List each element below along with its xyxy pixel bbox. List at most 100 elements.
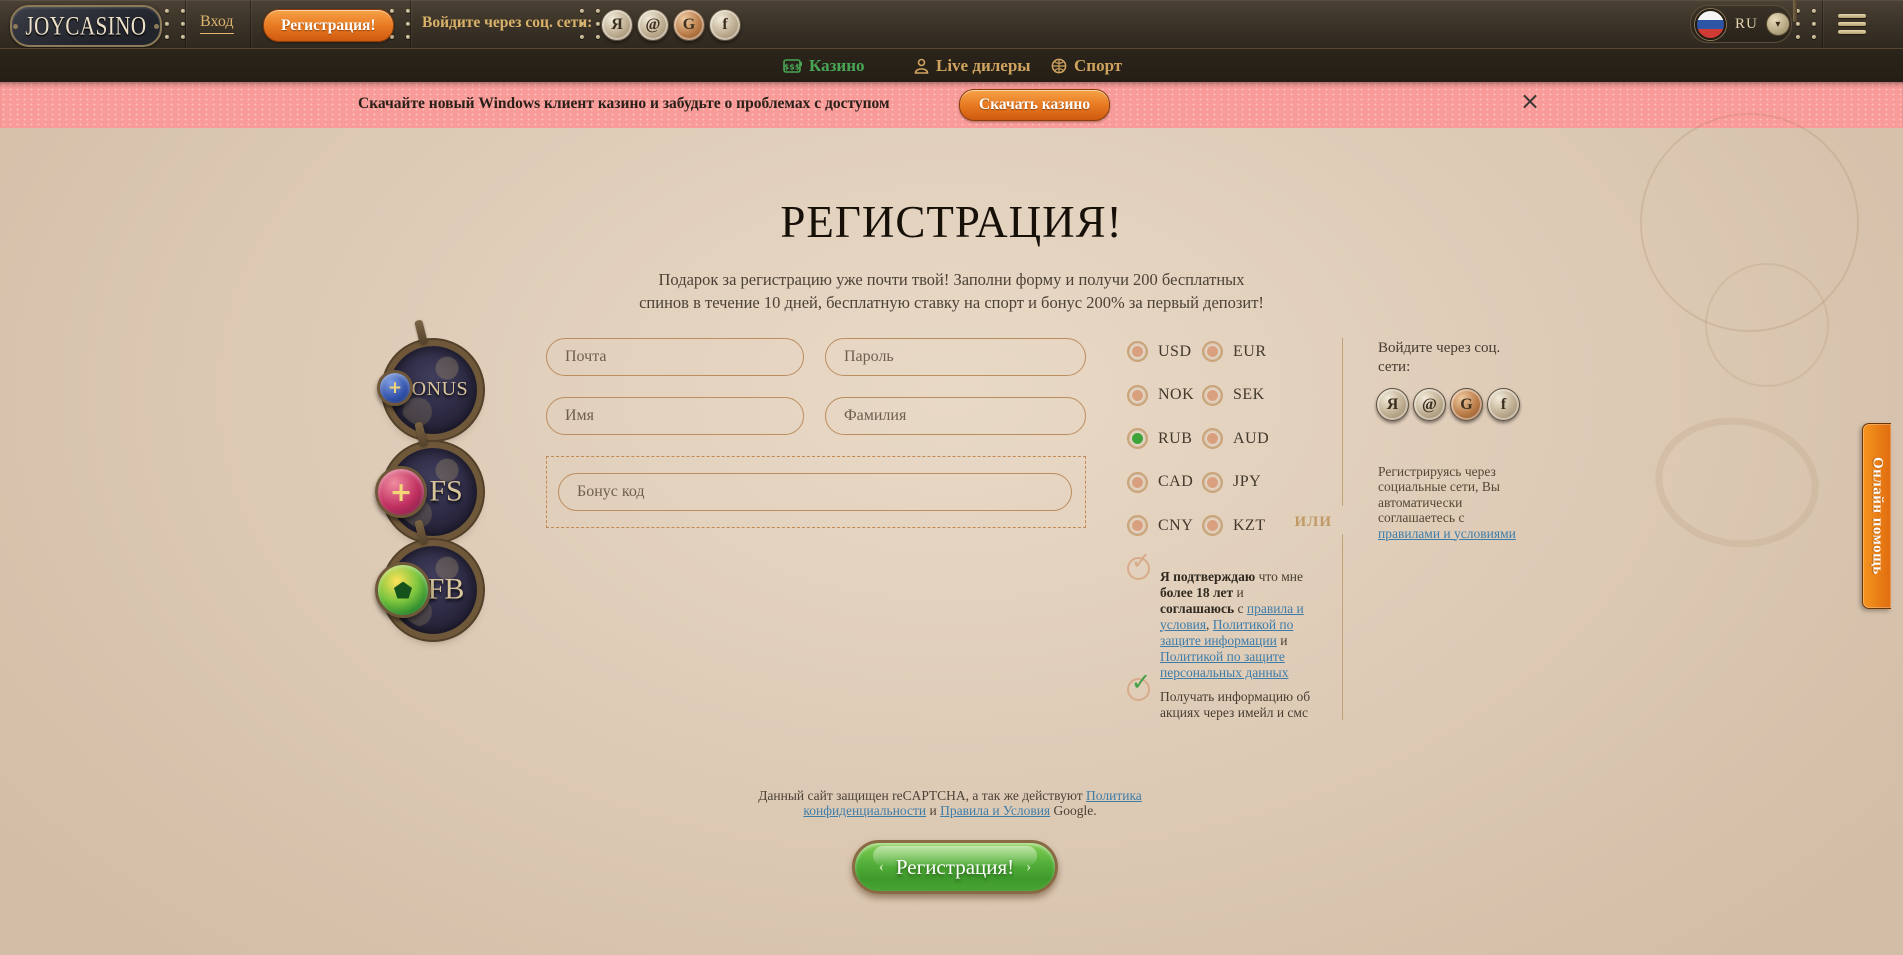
- page-subtitle: Подарок за регистрацию уже почти твой! З…: [0, 268, 1903, 314]
- panel-seam: [410, 0, 411, 48]
- mail-ru-icon[interactable]: @: [637, 9, 669, 41]
- logo-dot: [154, 24, 159, 29]
- register-button[interactable]: Регистрация!: [263, 9, 394, 42]
- radio-icon: [1127, 341, 1148, 362]
- banner-message: Скачайте новый Windows клиент казино и з…: [358, 95, 890, 113]
- pipe-decor: [1793, 0, 1797, 22]
- tab-live-dealers[interactable]: Live дилеры: [914, 49, 1031, 83]
- currency-option-usd[interactable]: USD: [1127, 341, 1202, 362]
- terms-link[interactable]: правилами и условиями: [1378, 526, 1516, 541]
- radio-icon: [1202, 385, 1223, 406]
- tab-label: Казино: [809, 56, 865, 76]
- currency-options: USD EUR NOK SEK RUB AUD CAD JPY CNY KZT: [1127, 330, 1269, 548]
- main-nav: $$$ Казино Live дилеры Спорт: [0, 48, 1903, 83]
- registration-page: РЕГИСТРАЦИЯ! Подарок за регистрацию уже …: [0, 128, 1903, 955]
- badge-arm-decor: [414, 319, 428, 344]
- password-field[interactable]: [825, 338, 1086, 376]
- download-casino-button[interactable]: Скачать казино: [959, 89, 1110, 121]
- joycasino-logo[interactable]: JOYCASINO: [10, 5, 162, 47]
- stain-decor: [1647, 407, 1827, 558]
- personal-data-policy-link[interactable]: Политикой по защите персональных данных: [1160, 649, 1289, 680]
- currency-option-eur[interactable]: EUR: [1202, 341, 1269, 362]
- rivets-decor: [1796, 9, 1816, 39]
- panel-seam: [1822, 0, 1823, 48]
- freebet-ball-icon: [375, 562, 431, 618]
- arrow-right-icon: ›: [1026, 859, 1031, 876]
- age-terms-text: Я подтверждаю что мне более 18 лет и сог…: [1160, 569, 1318, 681]
- radio-icon: [1127, 515, 1148, 536]
- yandex-icon[interactable]: Я: [601, 9, 633, 41]
- tab-label: Live дилеры: [936, 56, 1031, 76]
- facebook-icon[interactable]: f: [709, 9, 741, 41]
- language-selector[interactable]: RU ▾: [1690, 5, 1792, 43]
- dealer-icon: [914, 58, 929, 74]
- currency-option-kzt[interactable]: KZT: [1202, 515, 1269, 536]
- freebet-badge: FB: [389, 546, 477, 634]
- currency-option-sek[interactable]: SEK: [1202, 385, 1269, 406]
- freespins-orb-icon: +: [375, 466, 427, 518]
- google-icon[interactable]: G: [1450, 388, 1483, 421]
- social-login-prompt: Войдите через соц. сети:: [422, 14, 592, 32]
- google-icon[interactable]: G: [673, 9, 705, 41]
- social-signup-title: Войдите через соц. сети:: [1378, 339, 1528, 377]
- tab-casino[interactable]: $$$ Казино: [783, 49, 865, 83]
- currency-option-cny[interactable]: CNY: [1127, 515, 1202, 536]
- download-banner: Скачайте новый Windows клиент казино и з…: [0, 82, 1903, 128]
- slots-icon: $$$: [783, 59, 802, 74]
- close-icon[interactable]: ×: [1520, 89, 1540, 113]
- currency-option-aud[interactable]: AUD: [1202, 428, 1269, 449]
- promo-optin-text: Получать информацию об акциях через имей…: [1160, 689, 1330, 721]
- facebook-icon[interactable]: f: [1487, 388, 1520, 421]
- submit-registration-button[interactable]: ‹ Регистрация! ›: [852, 840, 1058, 894]
- bonus-badge: BONUS +: [389, 346, 477, 434]
- freespins-badge: FS +: [389, 448, 477, 536]
- panel-seam: [250, 0, 251, 48]
- radio-icon: [1127, 385, 1148, 406]
- header-social-icons: Я @ G f: [601, 9, 741, 41]
- divider: [1342, 534, 1343, 720]
- check-icon-green: ✓: [1131, 670, 1151, 694]
- or-label: ИЛИ: [1278, 514, 1332, 531]
- yandex-icon[interactable]: Я: [1376, 388, 1409, 421]
- tab-sport[interactable]: Спорт: [1051, 49, 1122, 83]
- subtitle-line: спинов в течение 10 дней, бесплатную ста…: [0, 291, 1903, 314]
- language-code: RU: [1735, 16, 1758, 33]
- social-signup-icons: Я @ G f: [1376, 388, 1520, 421]
- page-title: РЕГИСТРАЦИЯ!: [0, 196, 1903, 248]
- bonus-code-field[interactable]: [558, 473, 1072, 511]
- radio-icon: [1202, 341, 1223, 362]
- currency-option-nok[interactable]: NOK: [1127, 385, 1202, 406]
- last-name-field[interactable]: [825, 397, 1086, 435]
- subtitle-line: Подарок за регистрацию уже почти твой! З…: [0, 268, 1903, 291]
- online-help-label: Онлайн помощь: [1869, 457, 1886, 575]
- page: JOYCASINO Вход Регистрация! Войдите чере…: [0, 0, 1903, 955]
- social-signup-note: Регистрируясь через социальные сети, Вы …: [1378, 464, 1528, 542]
- radio-icon: [1127, 472, 1148, 493]
- top-bar: JOYCASINO Вход Регистрация! Войдите чере…: [0, 0, 1903, 49]
- currency-option-cad[interactable]: CAD: [1127, 472, 1202, 493]
- promo-optin-checkbox[interactable]: ✓: [1127, 678, 1150, 701]
- mail-ru-icon[interactable]: @: [1413, 388, 1446, 421]
- logo-dot: [13, 24, 18, 29]
- arrow-left-icon: ‹: [879, 859, 884, 876]
- currency-option-rub[interactable]: RUB: [1127, 428, 1202, 449]
- first-name-field[interactable]: [546, 397, 804, 435]
- login-link[interactable]: Вход: [200, 13, 234, 34]
- radio-icon: [1202, 472, 1223, 493]
- radio-icon: [1202, 515, 1223, 536]
- rivets-decor: [165, 9, 185, 39]
- chevron-down-icon[interactable]: ▾: [1766, 12, 1790, 36]
- email-field[interactable]: [546, 338, 804, 376]
- menu-icon[interactable]: [1838, 14, 1866, 38]
- panel-seam: [185, 0, 186, 48]
- recaptcha-note: Данный сайт защищен reCAPTCHA, а так же …: [740, 788, 1160, 819]
- russian-flag-icon: [1695, 9, 1726, 40]
- logo-text: JOYCASINO: [25, 10, 146, 41]
- divider: [1342, 338, 1343, 506]
- terms-of-service-link[interactable]: Правила и Условия: [940, 803, 1050, 818]
- submit-label: Регистрация!: [896, 855, 1014, 880]
- radio-icon: [1202, 428, 1223, 449]
- currency-option-jpy[interactable]: JPY: [1202, 472, 1269, 493]
- online-help-tab[interactable]: Онлайн помощь: [1862, 423, 1891, 609]
- age-terms-checkbox[interactable]: ✓: [1127, 557, 1150, 580]
